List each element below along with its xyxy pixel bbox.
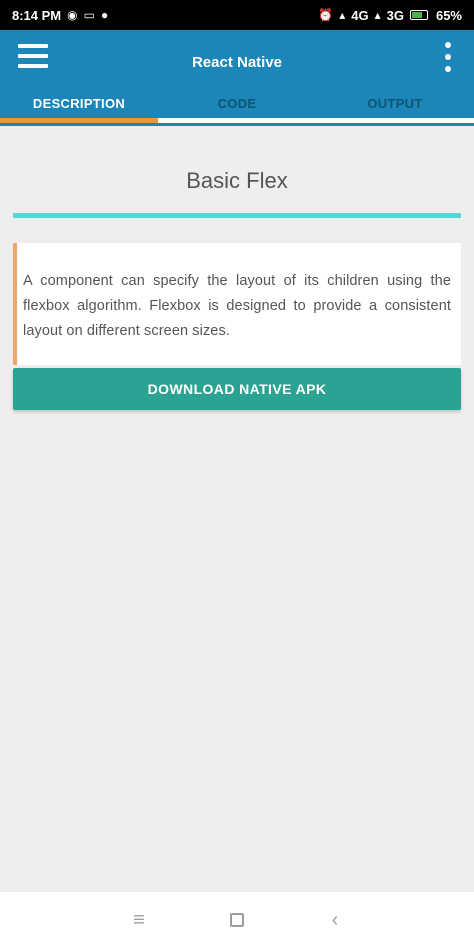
battery-percent: 65% [435, 7, 462, 23]
status-right: ⏰ ▴ 4G ▴ 3G 65% [318, 8, 462, 23]
more-vert-icon[interactable] [444, 42, 452, 72]
network-type: 3G [386, 7, 404, 23]
description-text: A component can specify the layout of it… [23, 273, 451, 339]
signal-type: 4G [351, 7, 369, 23]
page-title: Basic Flex [186, 168, 288, 193]
tab-code[interactable]: CODE [158, 96, 316, 118]
tab-indicator [0, 118, 158, 123]
app-bar: React Native DESCRIPTION CODE OUTPUT [0, 30, 474, 126]
title-divider [13, 213, 461, 218]
signal-icon-2: ▴ [374, 8, 381, 22]
tab-underline [0, 118, 474, 123]
status-bar: 8:14 PM ◉ ▭ ● ⏰ ▴ 4G ▴ 3G 65% [0, 0, 474, 30]
home-icon[interactable] [188, 892, 286, 948]
whatsapp-icon: ◉ [67, 8, 78, 22]
tab-bar: DESCRIPTION CODE OUTPUT [0, 96, 474, 118]
alarm-icon: ⏰ [318, 8, 334, 22]
app-title: React Native [191, 54, 283, 71]
status-left: 8:14 PM ◉ ▭ ● [12, 8, 108, 23]
description-card: A component can specify the layout of it… [13, 243, 461, 365]
back-icon[interactable]: ‹ [286, 892, 384, 948]
battery-icon [409, 10, 428, 20]
download-apk-button[interactable]: DOWNLOAD NATIVE APK [13, 368, 461, 410]
recent-apps-icon[interactable]: ≡ [90, 892, 188, 948]
tab-output[interactable]: OUTPUT [316, 96, 474, 118]
status-time: 8:14 PM [12, 7, 62, 23]
chat-icon: ● [100, 8, 109, 22]
signal-icon: ▴ [339, 8, 346, 22]
screen-icon: ▭ [83, 8, 95, 22]
tab-description[interactable]: DESCRIPTION [0, 96, 158, 118]
system-nav-bar: ≡ ‹ [0, 892, 474, 948]
